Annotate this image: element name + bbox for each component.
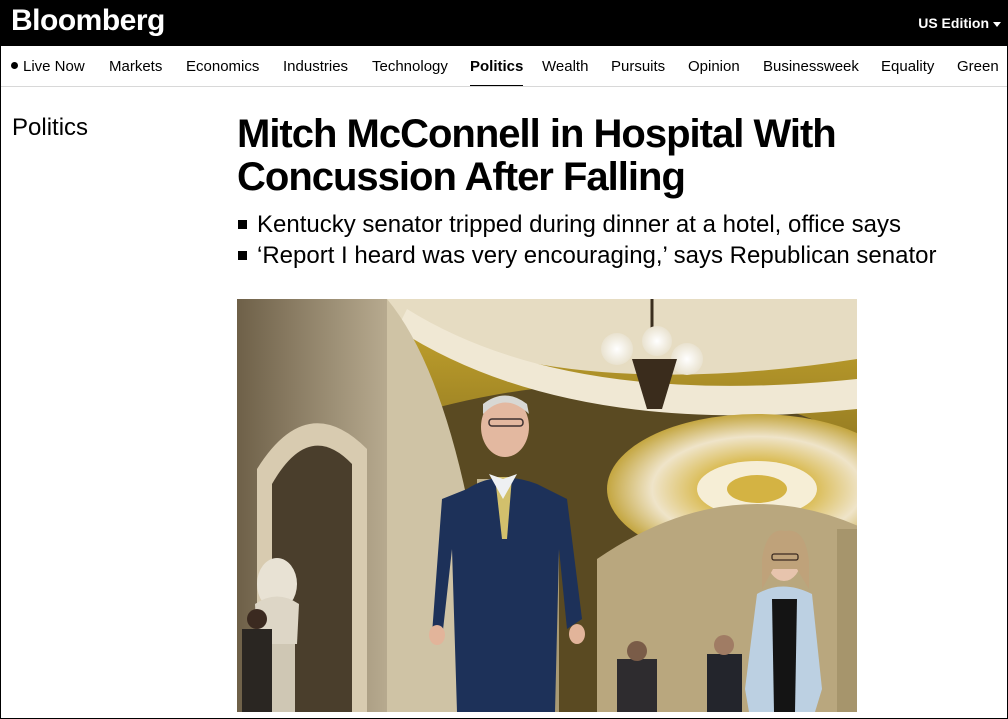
live-dot-icon <box>11 62 18 69</box>
nav-item-politics[interactable]: Politics <box>470 58 524 86</box>
edition-selector[interactable]: US Edition <box>918 15 1001 31</box>
nav-item-wealth[interactable]: Wealth <box>542 58 588 75</box>
nav-item-businessweek[interactable]: Businessweek <box>763 58 859 75</box>
nav-item-opinion[interactable]: Opinion <box>688 58 740 75</box>
nav-item-label: Live Now <box>23 58 85 75</box>
nav-item-green[interactable]: Green <box>957 58 999 75</box>
article-lead-photo[interactable] <box>237 299 857 712</box>
nav-item-equality[interactable]: Equality <box>881 58 934 75</box>
nav-item-live-now[interactable]: Live Now <box>11 58 85 75</box>
edition-label: US Edition <box>918 15 989 31</box>
nav-item-technology[interactable]: Technology <box>372 58 448 75</box>
summary-bullet-text: ‘Report I heard was very encouraging,’ s… <box>257 242 937 269</box>
chevron-down-icon <box>993 21 1001 27</box>
bullet-square-icon <box>238 220 247 229</box>
summary-bullet: ‘Report I heard was very encouraging,’ s… <box>237 240 936 271</box>
section-label[interactable]: Politics <box>12 114 88 142</box>
nav-item-markets[interactable]: Markets <box>109 58 162 75</box>
summary-bullet: Kentucky senator tripped during dinner a… <box>237 209 936 240</box>
summary-bullet-text: Kentucky senator tripped during dinner a… <box>257 211 901 238</box>
top-bar: Bloomberg US Edition <box>0 0 1008 46</box>
photo-illustration <box>237 299 857 712</box>
bullet-square-icon <box>238 251 247 260</box>
nav-item-pursuits[interactable]: Pursuits <box>611 58 665 75</box>
nav-item-industries[interactable]: Industries <box>283 58 348 75</box>
nav-item-economics[interactable]: Economics <box>186 58 259 75</box>
article-headline: Mitch McConnell in Hospital With Concuss… <box>237 112 837 199</box>
bloomberg-logo[interactable]: Bloomberg <box>11 4 165 38</box>
main-nav: Live Now Markets Economics Industries Te… <box>0 46 1008 87</box>
article-summary: Kentucky senator tripped during dinner a… <box>237 209 936 271</box>
